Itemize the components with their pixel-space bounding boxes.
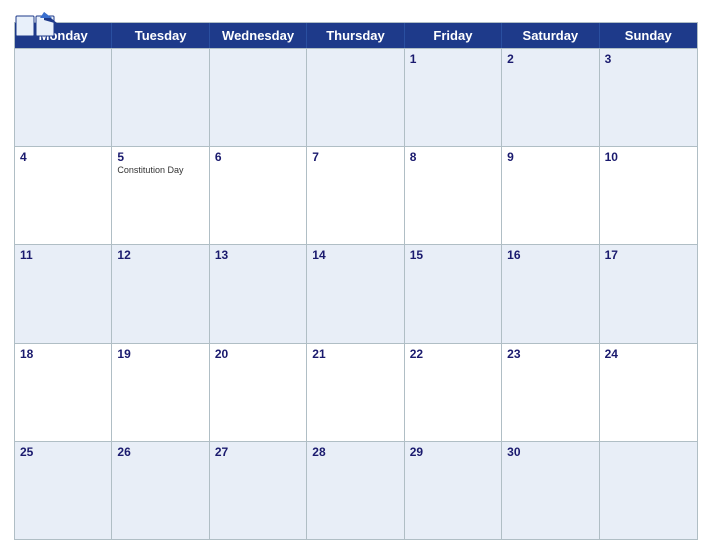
day-number: 11: [20, 248, 106, 262]
day-number: 7: [312, 150, 398, 164]
logo-icon: [14, 10, 58, 38]
day-number: 28: [312, 445, 398, 459]
week-row-3: 11 12 13 14 15 16 17: [15, 244, 697, 342]
day-cell: 29: [405, 442, 502, 539]
day-header-tuesday: Tuesday: [112, 23, 209, 48]
week-row-5: 25 26 27 28 29 30: [15, 441, 697, 539]
day-cell: 30: [502, 442, 599, 539]
day-number: 19: [117, 347, 203, 361]
day-number: 18: [20, 347, 106, 361]
day-number: 2: [507, 52, 593, 66]
day-cell: [307, 49, 404, 146]
calendar-grid: MondayTuesdayWednesdayThursdayFridaySatu…: [14, 22, 698, 540]
week-row-2: 45Constitution Day678910: [15, 146, 697, 244]
day-cell: 28: [307, 442, 404, 539]
day-number: 8: [410, 150, 496, 164]
day-number: 10: [605, 150, 692, 164]
day-number: 1: [410, 52, 496, 66]
day-cell: 2: [502, 49, 599, 146]
holiday-label: Constitution Day: [117, 165, 203, 176]
day-cell: 12: [112, 245, 209, 342]
day-number: 12: [117, 248, 203, 262]
day-cell: [112, 49, 209, 146]
day-cell: 9: [502, 147, 599, 244]
day-number: 13: [215, 248, 301, 262]
day-number: [117, 52, 203, 66]
day-number: 21: [312, 347, 398, 361]
day-number: 30: [507, 445, 593, 459]
calendar-header: [14, 10, 698, 22]
week-row-1: 123: [15, 48, 697, 146]
day-cell: 3: [600, 49, 697, 146]
day-cell: 22: [405, 344, 502, 441]
day-cell: 10: [600, 147, 697, 244]
day-cell: 24: [600, 344, 697, 441]
day-cell: 19: [112, 344, 209, 441]
day-cell: 25: [15, 442, 112, 539]
day-cell: 20: [210, 344, 307, 441]
day-cell: 1: [405, 49, 502, 146]
day-number: [215, 52, 301, 66]
day-number: 4: [20, 150, 106, 164]
day-cell: 6: [210, 147, 307, 244]
weeks-container: 12345Constitution Day6789101112131415161…: [15, 48, 697, 539]
day-cell: [210, 49, 307, 146]
day-cell: 21: [307, 344, 404, 441]
day-cell: 13: [210, 245, 307, 342]
day-cell: 14: [307, 245, 404, 342]
day-cell: 4: [15, 147, 112, 244]
day-number: 22: [410, 347, 496, 361]
day-header-friday: Friday: [405, 23, 502, 48]
day-number: 27: [215, 445, 301, 459]
day-cell: [15, 49, 112, 146]
day-number: 15: [410, 248, 496, 262]
day-cell: 26: [112, 442, 209, 539]
day-headers-row: MondayTuesdayWednesdayThursdayFridaySatu…: [15, 23, 697, 48]
day-number: 5: [117, 150, 203, 164]
day-number: 29: [410, 445, 496, 459]
day-header-thursday: Thursday: [307, 23, 404, 48]
day-cell: 16: [502, 245, 599, 342]
day-number: 16: [507, 248, 593, 262]
day-number: 14: [312, 248, 398, 262]
day-header-wednesday: Wednesday: [210, 23, 307, 48]
day-cell: 7: [307, 147, 404, 244]
day-cell: [600, 442, 697, 539]
day-cell: 8: [405, 147, 502, 244]
calendar-wrapper: MondayTuesdayWednesdayThursdayFridaySatu…: [0, 0, 712, 550]
day-number: 6: [215, 150, 301, 164]
day-cell: 23: [502, 344, 599, 441]
day-cell: 5Constitution Day: [112, 147, 209, 244]
day-number: [312, 52, 398, 66]
day-header-saturday: Saturday: [502, 23, 599, 48]
week-row-4: 18 19 20 21 22 23 24: [15, 343, 697, 441]
day-cell: 15: [405, 245, 502, 342]
day-number: 25: [20, 445, 106, 459]
day-number: 24: [605, 347, 692, 361]
day-number: 23: [507, 347, 593, 361]
day-number: 26: [117, 445, 203, 459]
day-number: 9: [507, 150, 593, 164]
day-number: [605, 445, 692, 459]
logo: [14, 10, 58, 38]
day-cell: 17: [600, 245, 697, 342]
day-number: 17: [605, 248, 692, 262]
day-number: [20, 52, 106, 66]
day-header-sunday: Sunday: [600, 23, 697, 48]
day-cell: 18: [15, 344, 112, 441]
day-number: 20: [215, 347, 301, 361]
day-cell: 11: [15, 245, 112, 342]
day-cell: 27: [210, 442, 307, 539]
day-number: 3: [605, 52, 692, 66]
